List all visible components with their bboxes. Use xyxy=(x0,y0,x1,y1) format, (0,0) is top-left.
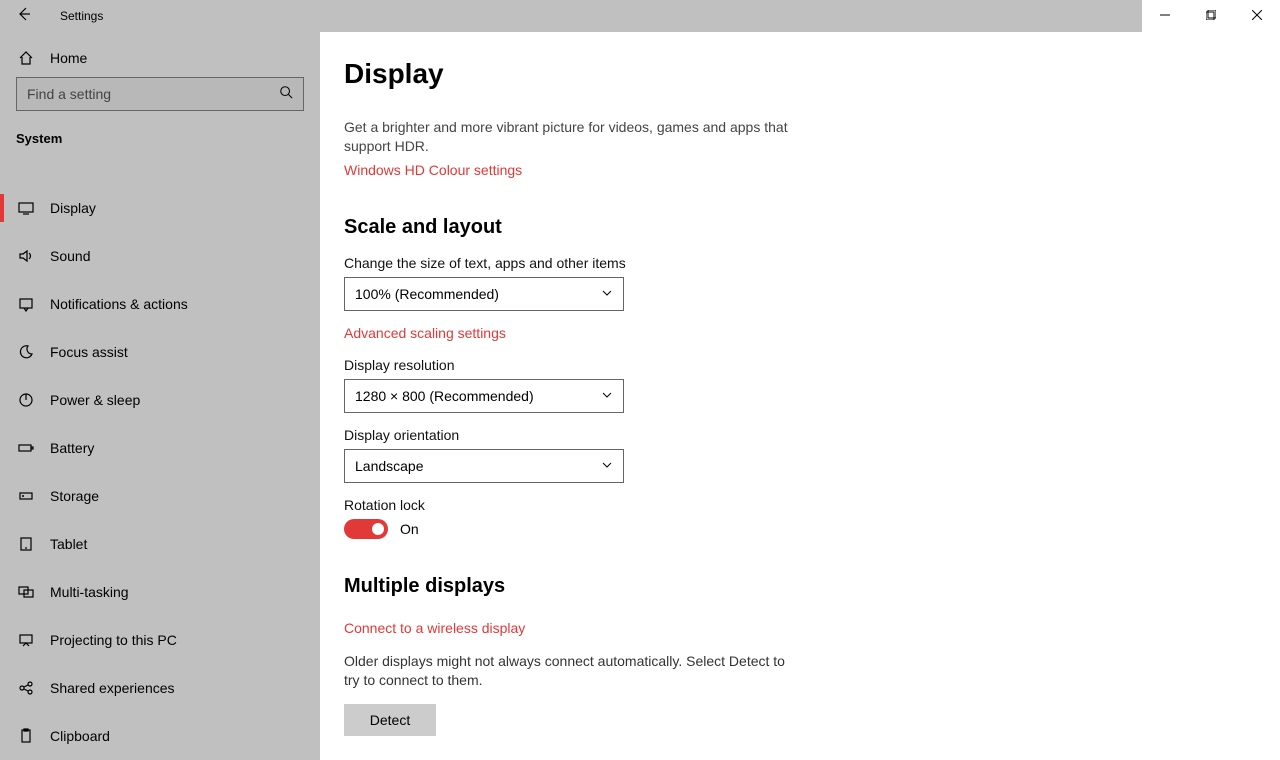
search-box[interactable] xyxy=(16,77,304,111)
scale-dropdown-value: 100% (Recommended) xyxy=(355,286,499,302)
sidebar-item-label: Sound xyxy=(50,248,90,264)
sidebar-item-label: Tablet xyxy=(50,536,87,552)
share-icon xyxy=(16,680,36,696)
chevron-down-icon xyxy=(601,286,613,302)
back-arrow-icon xyxy=(16,6,32,27)
sidebar-item-display[interactable]: Display xyxy=(0,184,320,232)
sidebar-item-notifications[interactable]: Notifications & actions xyxy=(0,280,320,328)
page-title: Display xyxy=(344,58,1240,90)
monitor-icon xyxy=(16,200,36,216)
minimize-icon xyxy=(1160,7,1170,25)
sidebar-item-projecting[interactable]: Projecting to this PC xyxy=(0,616,320,664)
sidebar-item-label: Power & sleep xyxy=(50,392,140,408)
detect-button[interactable]: Detect xyxy=(344,704,436,736)
moon-icon xyxy=(16,344,36,360)
power-icon xyxy=(16,392,36,408)
hdr-description: Get a brighter and more vibrant picture … xyxy=(344,118,804,156)
sidebar-nav: Display Sound Notifications & actions Fo… xyxy=(0,184,320,760)
sidebar-item-label: Battery xyxy=(50,440,94,456)
sidebar: Home System Display Sound Notificat xyxy=(0,32,320,760)
app-title: Settings xyxy=(60,9,103,23)
sidebar-item-tablet[interactable]: Tablet xyxy=(0,520,320,568)
sidebar-item-label: Multi-tasking xyxy=(50,584,129,600)
rotation-lock-state: On xyxy=(400,521,419,537)
resolution-label: Display resolution xyxy=(344,357,1240,373)
hdr-settings-link[interactable]: Windows HD Colour settings xyxy=(344,162,522,178)
rotation-lock-row: On xyxy=(344,519,1240,539)
close-button[interactable] xyxy=(1234,0,1280,32)
wireless-display-link[interactable]: Connect to a wireless display xyxy=(344,620,525,636)
battery-icon xyxy=(16,440,36,456)
sidebar-item-label: Focus assist xyxy=(50,344,128,360)
sidebar-item-focus-assist[interactable]: Focus assist xyxy=(0,328,320,376)
tablet-icon xyxy=(16,536,36,552)
close-icon xyxy=(1252,7,1262,25)
detect-description: Older displays might not always connect … xyxy=(344,652,794,690)
sound-icon xyxy=(16,248,36,264)
sidebar-section-label: System xyxy=(0,111,320,156)
sidebar-home[interactable]: Home xyxy=(0,44,320,71)
app-body: Home System Display Sound Notificat xyxy=(0,32,1280,760)
clipboard-icon xyxy=(16,728,36,744)
sidebar-item-label: Projecting to this PC xyxy=(50,632,177,648)
toggle-knob xyxy=(372,523,384,535)
sidebar-item-power-sleep[interactable]: Power & sleep xyxy=(0,376,320,424)
minimize-button[interactable] xyxy=(1142,0,1188,32)
caption-buttons xyxy=(1142,0,1280,32)
sidebar-item-multitasking[interactable]: Multi-tasking xyxy=(0,568,320,616)
multiple-displays-heading: Multiple displays xyxy=(344,575,1240,598)
main-content: Display Get a brighter and more vibrant … xyxy=(320,32,1280,760)
maximize-button[interactable] xyxy=(1188,0,1234,32)
back-button[interactable] xyxy=(0,0,48,32)
notification-icon xyxy=(16,296,36,312)
titlebar: Settings xyxy=(0,0,1280,32)
sidebar-item-label: Notifications & actions xyxy=(50,296,188,312)
multitask-icon xyxy=(16,584,36,600)
project-icon xyxy=(16,632,36,648)
search-wrap xyxy=(0,77,320,111)
detect-button-label: Detect xyxy=(370,712,410,728)
sidebar-item-shared-experiences[interactable]: Shared experiences xyxy=(0,664,320,712)
home-icon xyxy=(16,50,36,66)
rotation-lock-label: Rotation lock xyxy=(344,497,1240,513)
resolution-dropdown-value: 1280 × 800 (Recommended) xyxy=(355,388,534,404)
storage-icon xyxy=(16,488,36,504)
search-icon xyxy=(279,85,293,104)
sidebar-item-battery[interactable]: Battery xyxy=(0,424,320,472)
scale-dropdown[interactable]: 100% (Recommended) xyxy=(344,277,624,311)
sidebar-item-label: Clipboard xyxy=(50,728,110,744)
sidebar-item-sound[interactable]: Sound xyxy=(0,232,320,280)
scale-label: Change the size of text, apps and other … xyxy=(344,255,1240,271)
search-input[interactable] xyxy=(27,86,279,102)
sidebar-item-label: Display xyxy=(50,200,96,216)
scale-layout-heading: Scale and layout xyxy=(344,216,1240,239)
sidebar-item-label: Storage xyxy=(50,488,99,504)
orientation-dropdown[interactable]: Landscape xyxy=(344,449,624,483)
sidebar-item-clipboard[interactable]: Clipboard xyxy=(0,712,320,760)
titlebar-left: Settings xyxy=(0,0,103,32)
sidebar-item-label: Shared experiences xyxy=(50,680,175,696)
sidebar-item-storage[interactable]: Storage xyxy=(0,472,320,520)
rotation-lock-toggle[interactable] xyxy=(344,519,388,539)
orientation-label: Display orientation xyxy=(344,427,1240,443)
orientation-dropdown-value: Landscape xyxy=(355,458,424,474)
maximize-icon xyxy=(1206,7,1216,25)
chevron-down-icon xyxy=(601,388,613,404)
sidebar-home-label: Home xyxy=(50,50,87,66)
advanced-scaling-link[interactable]: Advanced scaling settings xyxy=(344,325,506,341)
resolution-dropdown[interactable]: 1280 × 800 (Recommended) xyxy=(344,379,624,413)
chevron-down-icon xyxy=(601,458,613,474)
